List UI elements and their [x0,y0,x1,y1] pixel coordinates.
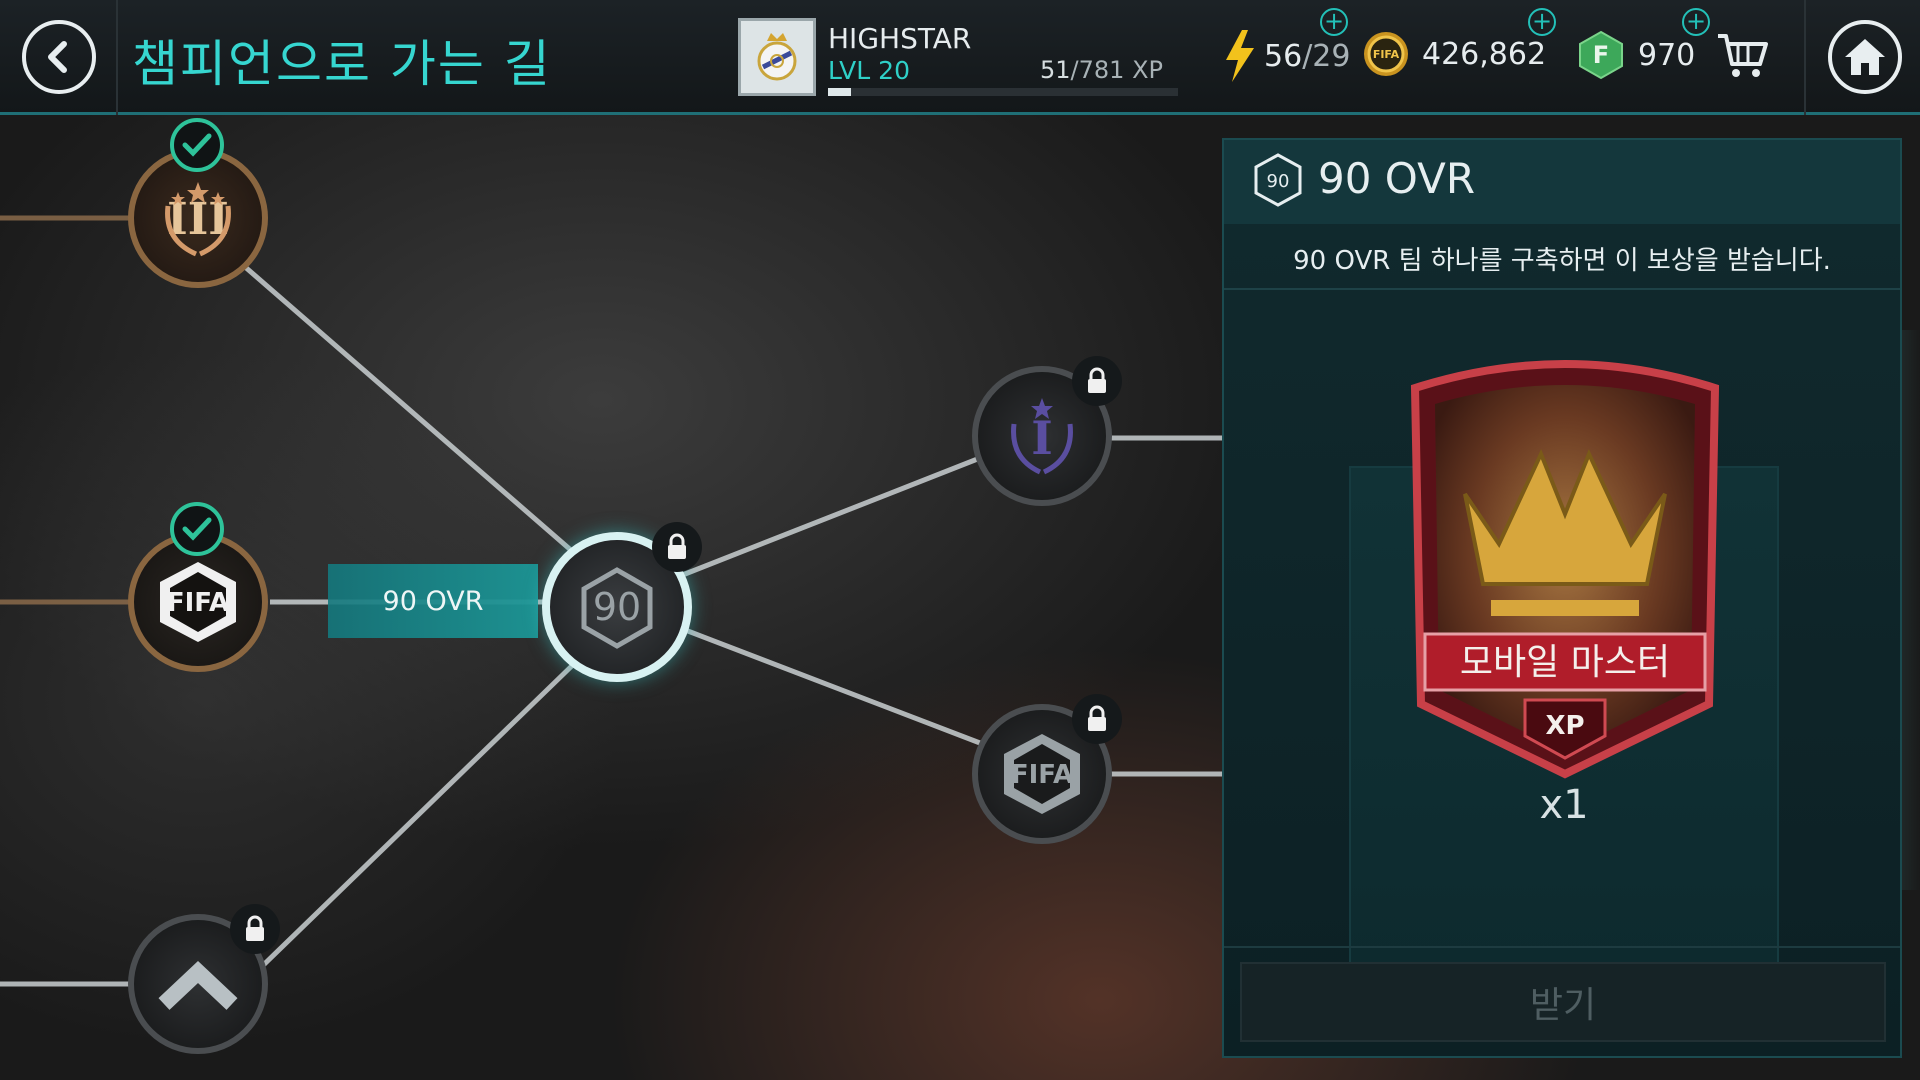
selected-node-label: 90 OVR [328,564,538,638]
divider [1804,0,1806,115]
panel-title: 90 OVR [1318,154,1476,203]
lock-icon [1072,356,1122,406]
divider [1224,288,1900,290]
xp-current: 51 [1040,56,1071,84]
reward-card[interactable]: 모바일 마스터 XP [1349,360,1779,982]
stamina-value: 56 [1264,38,1303,74]
divider [116,0,118,115]
club-crest-icon [738,18,816,96]
node-90-text: 90 [593,585,641,629]
lightning-icon [1226,30,1254,82]
player-xp: 51/781 XP [1040,56,1163,84]
home-icon [1845,39,1885,75]
home-button[interactable] [1828,20,1902,94]
stamina-max: /29 [1302,38,1351,74]
progress-map: III FIFA 90 OVR 90 I FIFA [0,118,1222,1080]
fifa-logo-icon: FIFA [160,562,236,642]
fifa-points-icon: F [1579,30,1623,80]
fifa-points-counter: F 970 [1578,30,1695,80]
reward-panel: 90 90 OVR 90 OVR 팀 하나를 구축하면 이 보상을 받습니다. [1222,138,1902,1058]
lock-icon [652,522,702,572]
add-coins-button[interactable]: + [1528,8,1556,36]
lock-icon [1072,694,1122,744]
stamina-counter: 56/29 [1222,30,1350,82]
ovr-badge-text: 90 [1267,171,1290,192]
xp-progress-fill [828,88,851,96]
svg-text:FIFA: FIFA [1011,760,1073,790]
ovr-hexagon-icon: 90 [1252,152,1304,212]
player-name: HIGHSTAR [828,22,972,55]
add-points-button[interactable]: + [1682,8,1710,36]
svg-text:FIFA: FIFA [1373,48,1400,61]
top-bar: 챔피언으로 가는 길 HIGHSTAR LVL 20 51/781 XP 56 … [0,0,1920,115]
player-level: LVL 20 [828,56,910,85]
player-profile[interactable]: HIGHSTAR LVL 20 51/781 XP [738,18,1178,100]
coin-counter: FIFA 426,862 [1362,30,1546,78]
svg-text:I: I [1031,411,1053,465]
page-title: 챔피언으로 가는 길 [132,35,552,93]
laurel-III-icon: III [165,182,231,257]
reward-tag: XP [1545,711,1584,741]
reward-name: 모바일 마스터 [1460,642,1670,683]
completed-check-icon [170,502,224,556]
reward-shield-icon: 모바일 마스터 XP [1410,360,1720,779]
fifa-points-value: 970 [1638,37,1696,73]
lock-icon [230,904,280,954]
reward-quantity: x1 [1539,782,1589,828]
completed-check-icon [170,118,224,172]
claim-button[interactable]: 받기 [1240,962,1886,1042]
svg-text:FIFA: FIFA [167,588,229,618]
back-button[interactable] [22,20,96,94]
divider [1224,946,1900,948]
svg-text:F: F [1593,41,1609,69]
coin-value: 426,862 [1422,36,1547,72]
cart-icon[interactable] [1716,32,1768,84]
edge-fade [1902,330,1920,890]
xp-total: /781 XP [1070,56,1163,84]
coin-icon: FIFA [1364,32,1408,76]
screen: 챔피언으로 가는 길 HIGHSTAR LVL 20 51/781 XP 56 … [0,0,1920,1080]
add-stamina-button[interactable]: + [1320,8,1348,36]
xp-progress-bar [828,88,1178,96]
chevron-left-icon [48,41,67,73]
panel-description: 90 OVR 팀 하나를 구축하면 이 보상을 받습니다. [1293,246,1831,276]
panel-header: 90 90 OVR [1224,140,1900,224]
